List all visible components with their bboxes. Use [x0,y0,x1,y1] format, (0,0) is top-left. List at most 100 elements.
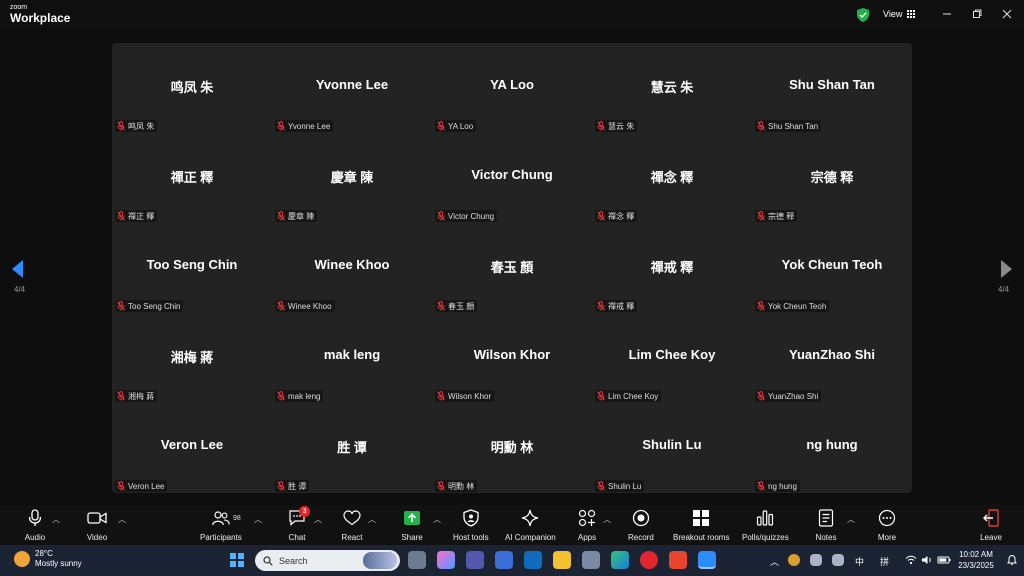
participant-label-text: ng hung [768,481,797,491]
weather-widget[interactable]: 28°C Mostly sunny [14,549,82,569]
chat-options-caret[interactable]: ︿ [314,514,322,525]
task-view-icon[interactable] [408,551,426,569]
participant-label-text: Lim Chee Koy [608,391,659,401]
share-options-caret[interactable]: ︿ [433,514,441,525]
ime-mode[interactable]: 拼 [880,555,889,568]
taskbar-clock[interactable]: 10:02 AM 23/3/2025 [955,549,997,571]
participant-tile[interactable]: 禪正 釋禪正 釋 [112,133,272,223]
notepad-icon[interactable] [495,551,513,569]
copilot-icon[interactable] [437,551,455,569]
react-button[interactable]: React [341,508,363,542]
record-button[interactable]: Record [628,508,654,542]
notes-button[interactable]: Notes [815,508,837,542]
participant-label-text: 宗德 释 [768,211,795,221]
view-button[interactable]: View [883,9,916,19]
participant-label-text: Wilson Khor [448,391,492,401]
polls-quizzes-button[interactable]: Polls/quizzes [742,508,789,542]
zoom-taskbar-icon[interactable] [698,551,716,569]
leave-button[interactable]: Leave [980,508,1002,542]
host-tools-button[interactable]: Host tools [453,508,489,542]
opera-icon[interactable] [640,551,658,569]
camera-icon[interactable] [582,551,600,569]
participant-tile[interactable]: Shulin Lu Shulin Lu [592,403,752,493]
share-button[interactable]: Share [401,508,423,542]
participant-name-label: 宗德 释 [755,210,798,222]
participant-display-name: ng hung [806,437,858,452]
participant-tile[interactable]: Too Seng Chin Too Seng Chin [112,223,272,313]
audio-options-caret[interactable]: ︿ [52,514,60,525]
microphone-icon [28,509,42,526]
participant-display-name: 宗德 释 [810,170,854,185]
file-explorer-icon[interactable] [553,551,571,569]
participant-tile[interactable]: YuanZhao Shi YuanZhao Shi [752,313,912,403]
close-button[interactable] [1000,7,1014,21]
participants-options-caret[interactable]: ︿ [254,514,262,525]
participant-tile[interactable]: 宗德 释宗德 释 [752,133,912,223]
participant-label-text: mak leng [288,391,321,401]
participant-tile[interactable]: YA Loo YA Loo [432,43,592,133]
participant-tile[interactable]: Veron Lee Veron Lee [112,403,272,493]
participant-tile[interactable]: 胜 谭胜 谭 [272,403,432,493]
participant-tile[interactable]: 鸣凤 朱鸣凤 朱 [112,43,272,133]
participant-tile[interactable]: ng hung ng hung [752,403,912,493]
meeting-toolbar: Audio ︿ Video ︿ Participants 98 ︿ 3 Chat… [0,505,1024,545]
video-options-caret[interactable]: ︿ [118,514,126,525]
speaker-icon[interactable] [921,555,933,565]
participant-tile[interactable]: Yvonne Lee Yvonne Lee [272,43,432,133]
edge-icon[interactable] [611,551,629,569]
previous-page-arrow-icon[interactable] [12,260,24,278]
ai-companion-button[interactable]: AI Companion [505,508,556,542]
chat-button[interactable]: 3 Chat [286,506,310,542]
participant-tile[interactable]: Winee Khoo Winee Khoo [272,223,432,313]
participant-tile[interactable]: Shu Shan Tan Shu Shan Tan [752,43,912,133]
apps-options-caret[interactable]: ︿ [603,514,611,525]
ime-language[interactable]: 中 [855,555,864,568]
participant-tile[interactable]: 春玉 顏春玉 顏 [432,223,592,313]
participant-display-name: Winee Khoo [314,257,390,272]
participant-tile[interactable]: 禪念 釋禪念 釋 [592,133,752,223]
tray-overflow-caret[interactable]: ︿ [770,555,779,568]
sparkle-icon [522,509,539,527]
participant-tile[interactable]: 禪戒 釋禪戒 釋 [592,223,752,313]
participant-label-text: 慶章 陳 [288,211,315,221]
participant-tile[interactable]: Wilson Khor Wilson Khor [432,313,592,403]
next-page-arrow-icon[interactable] [1000,260,1012,278]
participant-tile[interactable]: mak leng mak leng [272,313,432,403]
participant-tile[interactable]: 慶章 陳慶章 陳 [272,133,432,223]
notes-options-caret[interactable]: ︿ [847,514,855,525]
more-button[interactable]: More [876,508,898,542]
restore-button[interactable] [970,7,984,21]
participant-tile[interactable]: Victor Chung Victor Chung [432,133,592,223]
video-button[interactable]: Video [86,508,108,542]
tray-app-icon-2[interactable] [810,554,822,566]
outlook-icon[interactable] [524,551,542,569]
windows-start-icon[interactable] [230,553,244,567]
wifi-icon[interactable] [905,555,917,565]
react-options-caret[interactable]: ︿ [368,514,376,525]
participant-tile[interactable]: Yok Cheun Teoh Yok Cheun Teoh [752,223,912,313]
participant-display-name: Lim Chee Koy [628,347,716,362]
minimize-button[interactable] [940,7,954,21]
audio-button[interactable]: Audio [24,508,46,542]
participant-tile[interactable]: 慧云 朱慧云 朱 [592,43,752,133]
participant-display-name: 禪正 釋 [170,170,214,185]
participant-tile[interactable]: 湘梅 蔣湘梅 蔣 [112,313,272,403]
participant-display-name: Victor Chung [471,167,553,182]
participant-name-label: 湘梅 蔣 [115,390,158,402]
encryption-shield-icon[interactable] [857,8,869,22]
taskbar-search-box[interactable]: Search [255,550,400,571]
apps-button[interactable]: Apps [576,508,598,542]
tray-app-icon[interactable] [788,554,800,566]
breakout-rooms-button[interactable]: Breakout rooms [673,508,729,542]
page-indicator-right: 4/4 [998,285,1010,294]
tray-app-icon-3[interactable] [832,554,844,566]
notification-bell-icon[interactable] [1006,554,1018,566]
teams-icon[interactable] [466,551,484,569]
wps-office-icon[interactable] [669,551,687,569]
participant-tile[interactable]: 明勳 林明勳 林 [432,403,592,493]
participant-display-name: 慶章 陳 [330,170,374,185]
muted-microphone-icon [277,211,285,221]
participants-button[interactable]: Participants [200,508,242,542]
participant-tile[interactable]: Lim Chee Koy Lim Chee Koy [592,313,752,403]
battery-icon[interactable] [937,555,951,565]
